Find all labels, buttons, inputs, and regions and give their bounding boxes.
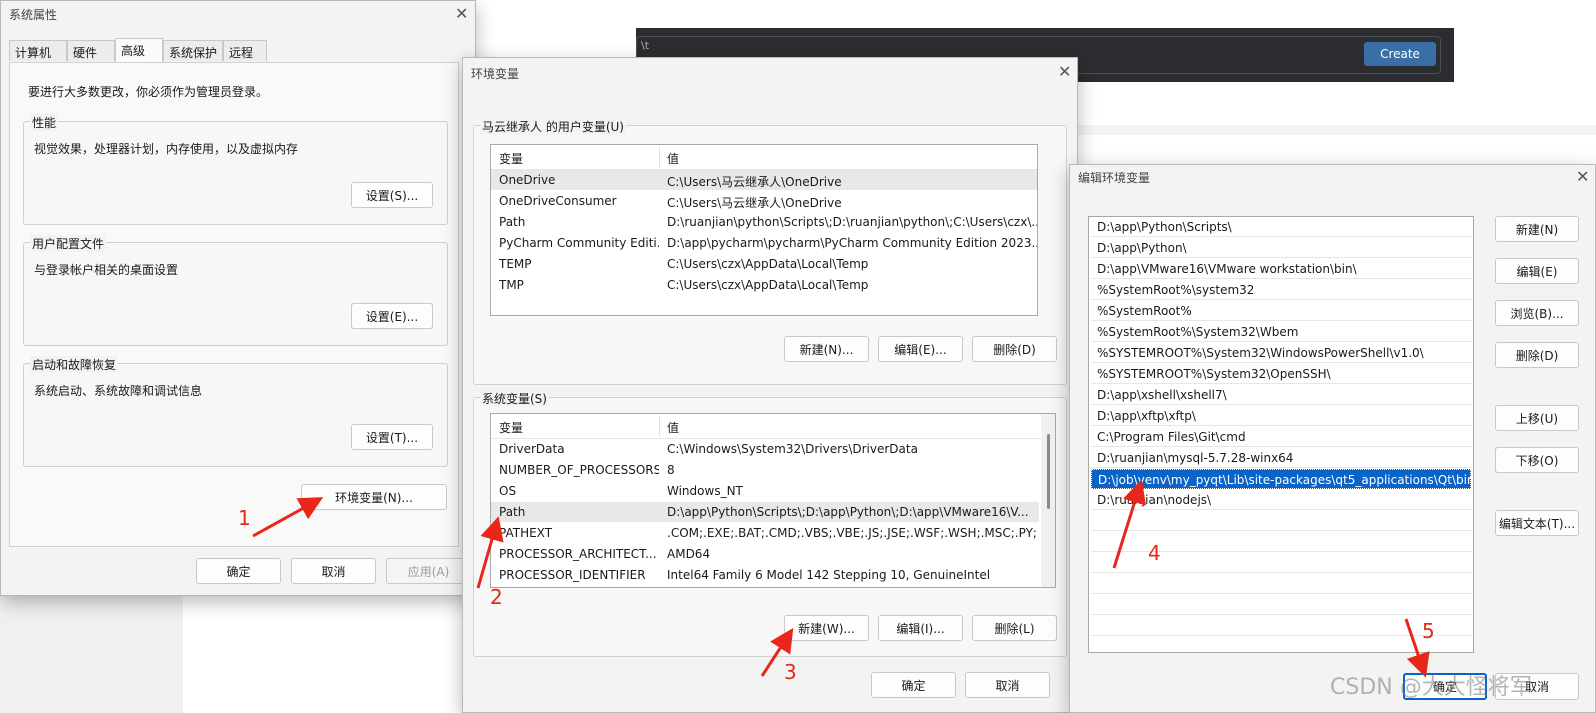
annotation-4: 4	[1148, 541, 1161, 565]
watermark: CSDN @大大怪将军	[1330, 675, 1532, 700]
annotation-3: 3	[784, 660, 797, 684]
annotation-2: 2	[490, 585, 503, 609]
annotation-1: 1	[238, 506, 251, 530]
arrow-2	[476, 516, 504, 589]
annotation-arrows	[252, 479, 1430, 678]
arrow-1	[252, 497, 324, 538]
arrow-4	[1112, 479, 1147, 569]
annotation-5: 5	[1422, 619, 1435, 643]
